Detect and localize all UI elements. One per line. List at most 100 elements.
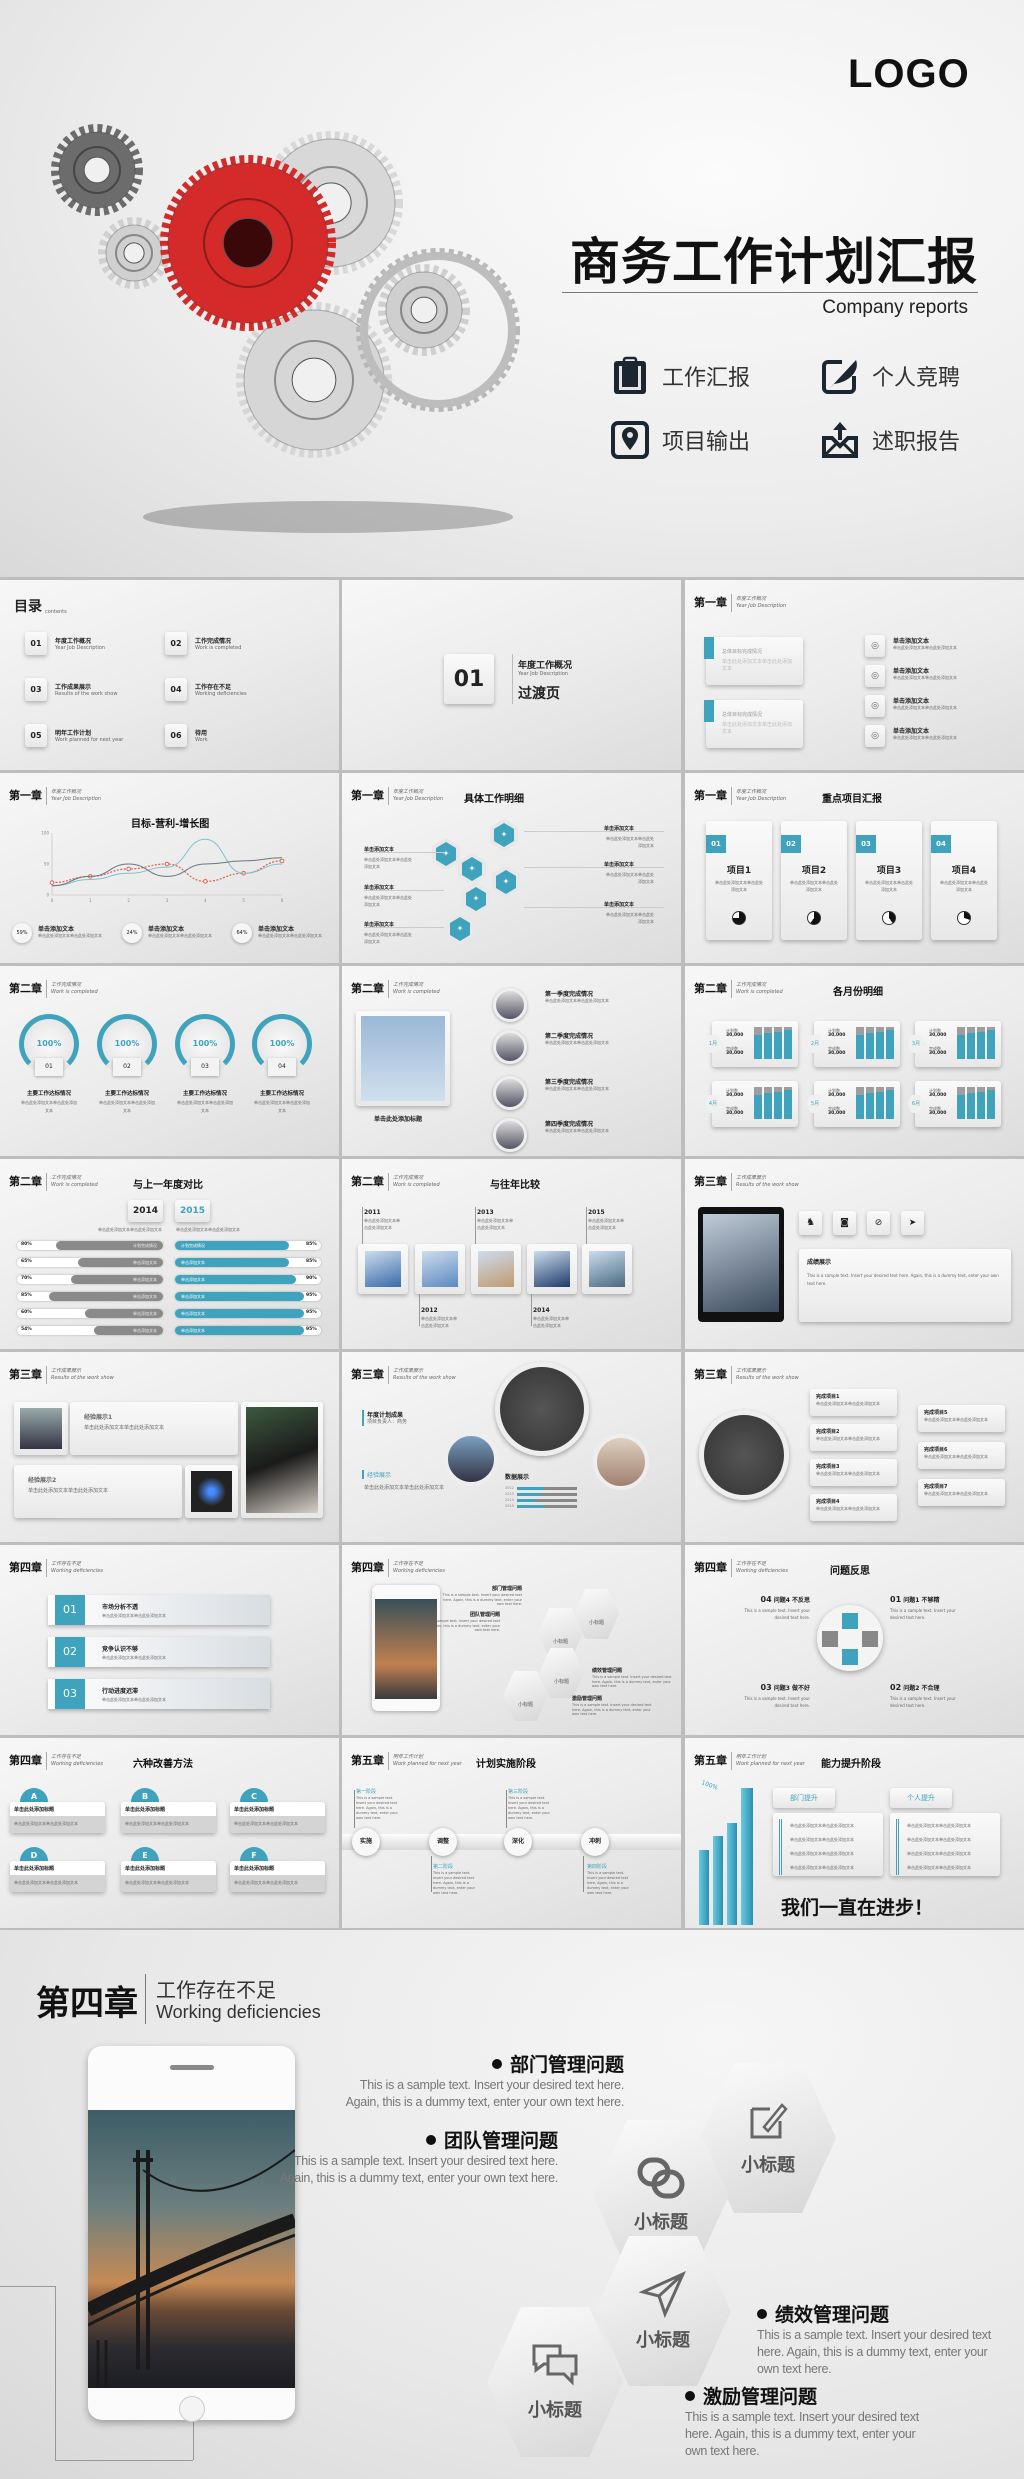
thumb-past-years[interactable]: 第二章 工作完成情况 Work is completed 与往年比较 2011 单击此… xyxy=(342,1159,681,1349)
thumb-chapter3-tablet[interactable]: 第三章 工作成果展示 Results of the work show ♞ ◙ ⊘ … xyxy=(685,1159,1024,1349)
deficiency-item[interactable]: 02 竞争认识不够 单击此处添加文本单击此处添加文本 xyxy=(48,1637,270,1667)
thumb-chapter2-gauges[interactable]: 第二章 工作完成情况 Work is completed 100% 01 主要工作达标情… xyxy=(0,966,339,1156)
hex-book[interactable]: ✦ xyxy=(458,853,486,885)
method-card[interactable]: 单击此处添加标题 单击此处添加文本单击此处添加文本 xyxy=(121,1861,216,1892)
cover-item-project-output[interactable]: 项目输出 xyxy=(610,420,750,460)
thumb-chapter3-circles[interactable]: 第三章 工作成果展示 Results of the work show 年度计划成果… xyxy=(342,1352,681,1542)
photo-frame[interactable] xyxy=(471,1244,521,1294)
thumb-chapter2-quarters[interactable]: 第二章 工作完成情况 Work is completed 单击此处添加标题 第一季度… xyxy=(342,966,681,1156)
phone-home-button[interactable] xyxy=(179,2396,205,2422)
plan-value: 30,000 xyxy=(828,1093,846,1098)
method-card[interactable]: 单击此处添加标题 单击此处添加文本单击此处添加文本 xyxy=(230,1802,325,1833)
project-card[interactable]: 01 项目1 单击此处添加文本单击此处添加文本 xyxy=(706,821,772,940)
thumb-work-details[interactable]: 第一章 年度工作概况 Year Job Description 具体工作明细 ✦ ✦ ✦… xyxy=(342,773,681,963)
project-box[interactable]: 完成项目5 单击此处添加文本单击此处添加文本 xyxy=(918,1405,1005,1432)
percent-2015: 95% xyxy=(306,1293,317,1298)
month-bar xyxy=(977,1087,985,1119)
mini-hex[interactable]: 小标题 xyxy=(539,1648,584,1698)
mini-hex[interactable]: 小标题 xyxy=(503,1671,548,1721)
link-icon[interactable]: ⊘ xyxy=(867,1211,890,1235)
gauge-label: 主要工作达标情况 xyxy=(259,1091,304,1097)
thumb-chapter3-experience[interactable]: 第三章 工作成果展示 Results of the work show 经验展示1 单… xyxy=(0,1352,339,1542)
bar-year: 2012 xyxy=(505,1486,514,1490)
divider xyxy=(512,654,513,704)
chapter-header: 第四章 工作存在不足 Working deficiencies xyxy=(9,1752,103,1770)
gauge-label: 主要工作达标情况 xyxy=(104,1091,149,1097)
month-card[interactable]: 5月 计划数 30,000 完成数 30,000 xyxy=(806,1081,900,1127)
photo-frame[interactable] xyxy=(358,1244,408,1294)
cover-item-personal-compete[interactable]: 个人竞聘 xyxy=(820,356,960,396)
thumb-year-compare[interactable]: 第二章 工作完成情况 Work is completed 与上一年度对比 2014 … xyxy=(0,1159,339,1349)
deficiency-item[interactable]: 01 市场分析不透 单击此处添加文本单击此处添加文本 xyxy=(48,1595,270,1625)
hex-chat[interactable]: 小标题 xyxy=(487,2307,623,2457)
thumb-contents[interactable]: 目录 contents 01 年度工作概况 Year Job Description… xyxy=(0,580,339,770)
photo-frame[interactable] xyxy=(415,1244,465,1294)
thumb-problem-reflection[interactable]: 第四章 工作存在不足 Working deficiencies 问题反思 01 问题… xyxy=(685,1545,1024,1735)
hex-hourglass[interactable]: ✦ xyxy=(432,838,460,870)
gear-hole xyxy=(83,156,111,184)
thumb-chapter3-projects[interactable]: 第三章 工作成果展示 Results of the work show 完成项目1 单… xyxy=(685,1352,1024,1542)
bar-2015: 单击添加文本 xyxy=(175,1258,290,1267)
project-box[interactable]: 完成项目2 单击此处添加文本单击此处添加文本 xyxy=(810,1424,897,1451)
thumb-key-projects[interactable]: 第一章 年度工作概况 Year Job Description 重点项目汇报 01 项… xyxy=(685,773,1024,963)
thumb-six-methods[interactable]: 第四章 工作存在不足 Working deficiencies 六种改善方法 A 单击… xyxy=(0,1738,339,1928)
bar-year: 2014 xyxy=(505,1498,514,1502)
hex-send[interactable]: 小标题 xyxy=(595,2236,731,2386)
project-card[interactable]: 04 项目4 单击此处添加文本单击此处添加文本 xyxy=(931,821,997,940)
toc-item[interactable]: 04 工作存在不足 Working deficiencies xyxy=(165,678,247,701)
project-box[interactable]: 完成项目1 单击此处添加文本单击此处添加文本 xyxy=(810,1389,897,1416)
project-label: 项目1 xyxy=(726,866,752,876)
cover-item-duty-report[interactable]: 述职报告 xyxy=(820,420,960,460)
send-icon[interactable]: ➤ xyxy=(901,1211,924,1235)
thumb-chapter1-chart[interactable]: 第一章 年度工作概况 Year Job Description 目标-营利-增长图 … xyxy=(0,773,339,963)
method-card[interactable]: 单击此处添加标题 单击此处添加文本单击此处添加文本 xyxy=(10,1802,105,1833)
month-card[interactable]: 2月 计划数 30,000 完成数 30,000 xyxy=(806,1021,900,1067)
project-box[interactable]: 完成项目4 单击此处添加文本单击此处添加文本 xyxy=(810,1494,897,1521)
camera-icon[interactable]: ◙ xyxy=(833,1211,856,1235)
deficiency-item[interactable]: 03 行动进度迟滞 单击此处添加文本单击此处添加文本 xyxy=(48,1679,270,1709)
y-tick-label: 0 xyxy=(46,893,49,898)
photo-frame[interactable] xyxy=(527,1244,577,1294)
method-card[interactable]: 单击此处添加标题 单击此处添加文本单击此处添加文本 xyxy=(230,1861,325,1892)
month-bar xyxy=(866,1027,874,1059)
month-card[interactable]: 6月 计划数 30,000 完成数 30,000 xyxy=(907,1081,1001,1127)
method-card[interactable]: 单击此处添加标题 单击此处添加文本单击此处添加文本 xyxy=(121,1802,216,1833)
thumb-transition[interactable]: 01 年度工作概况 Year Job Description 过渡页 xyxy=(342,580,681,770)
project-box[interactable]: 完成项目3 单击此处添加文本单击此处添加文本 xyxy=(810,1459,897,1486)
thumb-monthly-details[interactable]: 第二章 工作完成情况 Work is completed 各月份明细 1月 计划数 30… xyxy=(685,966,1024,1156)
project-card[interactable]: 02 项目2 单击此处添加文本单击此处添加文本 xyxy=(781,821,847,940)
link-icon xyxy=(637,2157,685,2199)
thumb-plan-stages[interactable]: 第五章 明年工作计划 Work planned for next year 计划实施… xyxy=(342,1738,681,1928)
cover-item-work-report[interactable]: 工作汇报 xyxy=(610,356,750,396)
project-box[interactable]: 完成项目6 单击此处添加文本单击此处添加文本 xyxy=(918,1442,1005,1469)
project-box[interactable]: 完成项目7 单击此处添加文本单击此处添加文本 xyxy=(918,1479,1005,1506)
stage-title: 第三阶段 xyxy=(508,1789,529,1795)
personal-improve-tab[interactable]: 个人提升 xyxy=(890,1788,952,1808)
toc-item[interactable]: 05 明年工作计划 Work planned for next year xyxy=(25,724,123,747)
toc-item[interactable]: 03 工作成果展示 Results of the work show xyxy=(25,678,117,701)
thumb-chapter4-list[interactable]: 第四章 工作存在不足 Working deficiencies 01 市场分析不透 单击… xyxy=(0,1545,339,1735)
toc-item[interactable]: 02 工作完成情况 Work is completed xyxy=(165,632,241,655)
toc-number: 06 xyxy=(165,724,187,747)
toc-item[interactable]: 01 年度工作概况 Year Job Description xyxy=(25,632,105,655)
person-icon[interactable]: ♞ xyxy=(799,1211,822,1235)
hex-refresh[interactable]: ✦ xyxy=(492,866,520,898)
toc-item[interactable]: 06 待用 Work xyxy=(165,724,208,747)
dept-improve-tab[interactable]: 部门提升 xyxy=(773,1788,835,1808)
project-title: 完成项目4 xyxy=(816,1499,840,1505)
thumb-chapter4-hex[interactable]: 第四章 工作存在不足 Working deficiencies 小标题 小标题 小标题小… xyxy=(342,1545,681,1735)
month-card[interactable]: 3月 计划数 30,000 完成数 30,000 xyxy=(907,1021,1001,1067)
project-card[interactable]: 03 项目3 单击此处添加文本单击此处添加文本 xyxy=(856,821,922,940)
hex-link[interactable]: ✦ xyxy=(446,913,474,945)
month-card[interactable]: 4月 计划数 30,000 完成数 30,000 xyxy=(704,1081,798,1127)
method-card[interactable]: 单击此处添加标题 单击此处添加文本单击此处添加文本 xyxy=(10,1861,105,1892)
month-card[interactable]: 1月 计划数 30,000 完成数 30,000 xyxy=(704,1021,798,1067)
photo-frame[interactable] xyxy=(582,1244,632,1294)
hex-twitter[interactable]: ✦ xyxy=(462,883,490,915)
thumb-ability-stages[interactable]: 第五章 明年工作计划 Work planned for next year 能力提升… xyxy=(685,1738,1024,1928)
thumb-chapter1-overview[interactable]: 第一章 年度工作概况 Year Job Description 总体目标完成情况 单击… xyxy=(685,580,1024,770)
stat-text: 单击此处添加文本单击此处添加文本 xyxy=(148,933,212,938)
hex-rocket[interactable]: ✦ xyxy=(490,819,518,851)
data-point xyxy=(279,858,285,864)
decor-line xyxy=(55,2286,56,2460)
